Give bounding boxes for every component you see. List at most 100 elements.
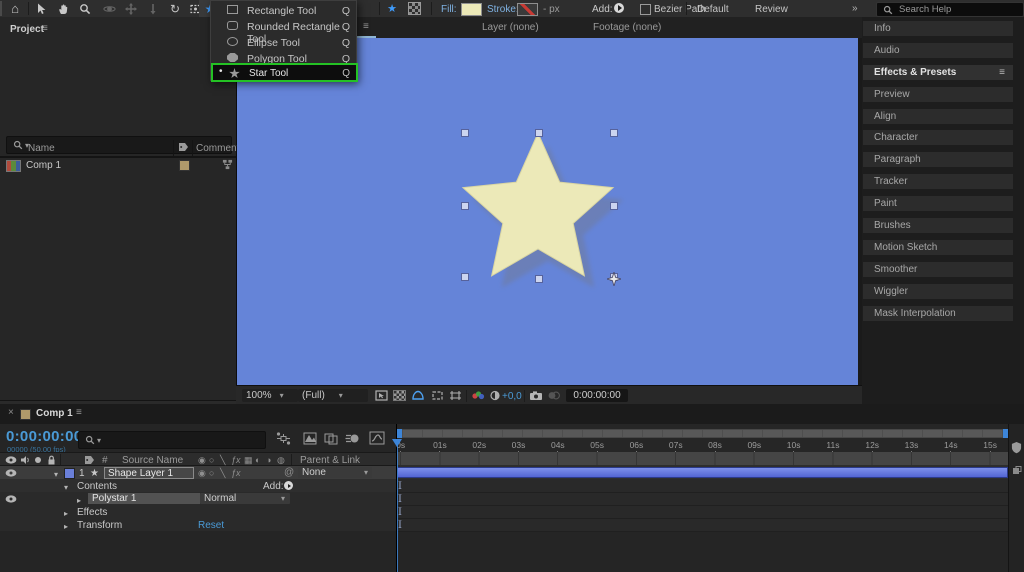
tab-footage[interactable]: Footage (none) (593, 22, 661, 33)
effects-group-row[interactable]: Effects (0, 505, 396, 518)
collapse-switch-icon[interactable] (209, 456, 214, 465)
motion-blur-switch-icon[interactable] (255, 456, 260, 465)
audio-speaker-icon[interactable] (20, 455, 30, 465)
project-panel-tab[interactable]: Project (10, 24, 44, 35)
region-of-interest-icon[interactable] (430, 389, 445, 402)
video-eye-icon[interactable] (5, 456, 17, 464)
transparency-grid-icon[interactable] (392, 389, 407, 402)
menu-item-rounded-rectangle-tool[interactable]: Rounded Rectangle Tool Q (211, 18, 356, 34)
contents-label[interactable]: Contents (77, 481, 117, 492)
layer-quality-switch[interactable] (220, 469, 225, 478)
add-property-menu-icon[interactable] (284, 481, 293, 490)
tool-creates-shape-toggle[interactable] (383, 0, 401, 17)
frame-blend-icon[interactable] (324, 432, 338, 445)
choose-grid-guides-icon[interactable] (374, 389, 389, 402)
panel-motion-sketch[interactable]: Motion Sketch (863, 240, 1013, 255)
parent-pickwhip-icon[interactable] (284, 468, 294, 478)
selection-handle-top-right[interactable] (610, 129, 618, 137)
work-area-track[interactable] (402, 430, 1003, 437)
comp-button-icon[interactable] (1012, 466, 1022, 476)
stroke-label[interactable]: Stroke: (487, 4, 519, 15)
transform-group-row[interactable]: Transform Reset (0, 518, 396, 531)
panel-preview[interactable]: Preview (863, 87, 1013, 102)
viewer-panel-menu-icon[interactable] (363, 21, 369, 32)
home-button[interactable] (4, 0, 26, 17)
selection-handle-top-center[interactable] (535, 129, 543, 137)
project-item-name[interactable]: Comp 1 (26, 160, 61, 171)
solo-icon[interactable] (35, 457, 41, 463)
playhead-line[interactable] (397, 440, 398, 572)
rotation-tool-button[interactable] (164, 0, 186, 17)
magnification-dropdown[interactable]: 100% (242, 389, 298, 402)
selection-tool-button[interactable] (30, 0, 52, 17)
selection-handle-mid-right[interactable] (610, 202, 618, 210)
workspace-tab-default[interactable]: Default (697, 4, 729, 15)
tool-creates-mask-toggle[interactable] (405, 0, 423, 17)
panel-brushes[interactable]: Brushes (863, 218, 1013, 233)
snapshot-camera-icon[interactable] (528, 389, 543, 402)
panel-audio[interactable]: Audio (863, 43, 1013, 58)
3d-layer-switch-icon[interactable] (277, 456, 285, 465)
dolly-camera-tool-button[interactable] (142, 0, 164, 17)
search-options-caret-icon[interactable] (97, 435, 101, 446)
panel-effects-presets[interactable]: Effects & Presets (863, 65, 1013, 80)
transform-label[interactable]: Transform (77, 520, 122, 531)
layer-row-shape-layer-1[interactable]: 1 Shape Layer 1 None (0, 466, 396, 479)
contents-group-row[interactable]: Contents Add: (0, 479, 396, 492)
show-snapshot-icon[interactable] (546, 389, 561, 402)
panel-align[interactable]: Align (863, 109, 1013, 124)
comp-marker-bin-icon[interactable] (1011, 441, 1022, 454)
guides-crop-icon[interactable] (448, 389, 463, 402)
workspace-tab-review[interactable]: Review (755, 4, 788, 15)
selection-handle-bottom-left[interactable] (461, 273, 469, 281)
fill-color-swatch[interactable] (461, 3, 482, 16)
shy-switch-icon[interactable] (198, 456, 206, 465)
adjustment-layer-switch-icon[interactable] (266, 456, 271, 465)
menu-item-ellipse-tool[interactable]: Ellipse Tool Q (211, 34, 356, 50)
panel-mask-interpolation[interactable]: Mask Interpolation (863, 306, 1013, 321)
project-column-name[interactable]: Name (28, 143, 55, 154)
ruler-tick-band[interactable] (397, 452, 1008, 465)
layer-fx-switch[interactable] (231, 469, 241, 478)
frame-blend-switch-icon[interactable] (244, 456, 253, 465)
work-area-bar[interactable] (397, 429, 1008, 438)
project-panel-menu-icon[interactable] (42, 23, 48, 34)
source-name-column-header[interactable]: Source Name (122, 455, 183, 466)
close-tab-icon[interactable] (8, 407, 14, 418)
help-search-input[interactable] (897, 3, 1011, 16)
polystar-shape[interactable] (237, 38, 858, 385)
selection-handle-top-left[interactable] (461, 129, 469, 137)
exposure-gamma-icon[interactable] (487, 389, 502, 402)
panel-character[interactable]: Character (863, 130, 1013, 145)
layer-shy-switch[interactable] (198, 469, 206, 478)
playhead-handle[interactable] (392, 439, 402, 447)
polystar-visibility-eye-icon[interactable] (5, 495, 17, 503)
add-shape-menu-icon[interactable] (614, 3, 624, 13)
menu-item-star-tool-selected[interactable]: Star Tool Q (211, 63, 358, 82)
orbit-camera-tool-button[interactable] (98, 0, 120, 17)
composition-mini-flowchart-icon[interactable] (276, 432, 291, 445)
panel-paint[interactable]: Paint (863, 196, 1013, 211)
timeline-panel-menu-icon[interactable] (76, 407, 82, 418)
timeline-tab-comp[interactable]: Comp 1 (36, 408, 73, 419)
transform-reset-link[interactable]: Reset (198, 520, 224, 531)
effects-switch-icon[interactable] (231, 456, 241, 465)
timeline-search-box[interactable] (78, 431, 266, 449)
channel-rgb-icon[interactable] (470, 389, 485, 402)
panel-wiggler[interactable]: Wiggler (863, 284, 1013, 299)
transform-expand-chevron-icon[interactable] (64, 521, 68, 532)
menu-item-rectangle-tool[interactable]: Rectangle Tool Q (211, 2, 356, 18)
layer-duration-bar[interactable] (397, 467, 1008, 478)
draft-3d-icon[interactable] (303, 432, 317, 445)
layer-label-color-swatch[interactable] (64, 468, 75, 479)
panel-grip[interactable] (0, 1, 2, 16)
polystar-name-selected[interactable]: Polystar 1 (88, 493, 200, 504)
hand-tool-button[interactable] (52, 0, 74, 17)
fill-label[interactable]: Fill: (441, 4, 457, 15)
layer-collapse-switch[interactable] (209, 469, 214, 478)
stroke-width-value[interactable]: - px (543, 4, 560, 15)
label-column-tag-icon[interactable] (84, 455, 95, 465)
lock-icon[interactable] (47, 455, 56, 465)
label-color-swatch[interactable] (179, 160, 190, 171)
effects-label[interactable]: Effects (77, 507, 107, 518)
